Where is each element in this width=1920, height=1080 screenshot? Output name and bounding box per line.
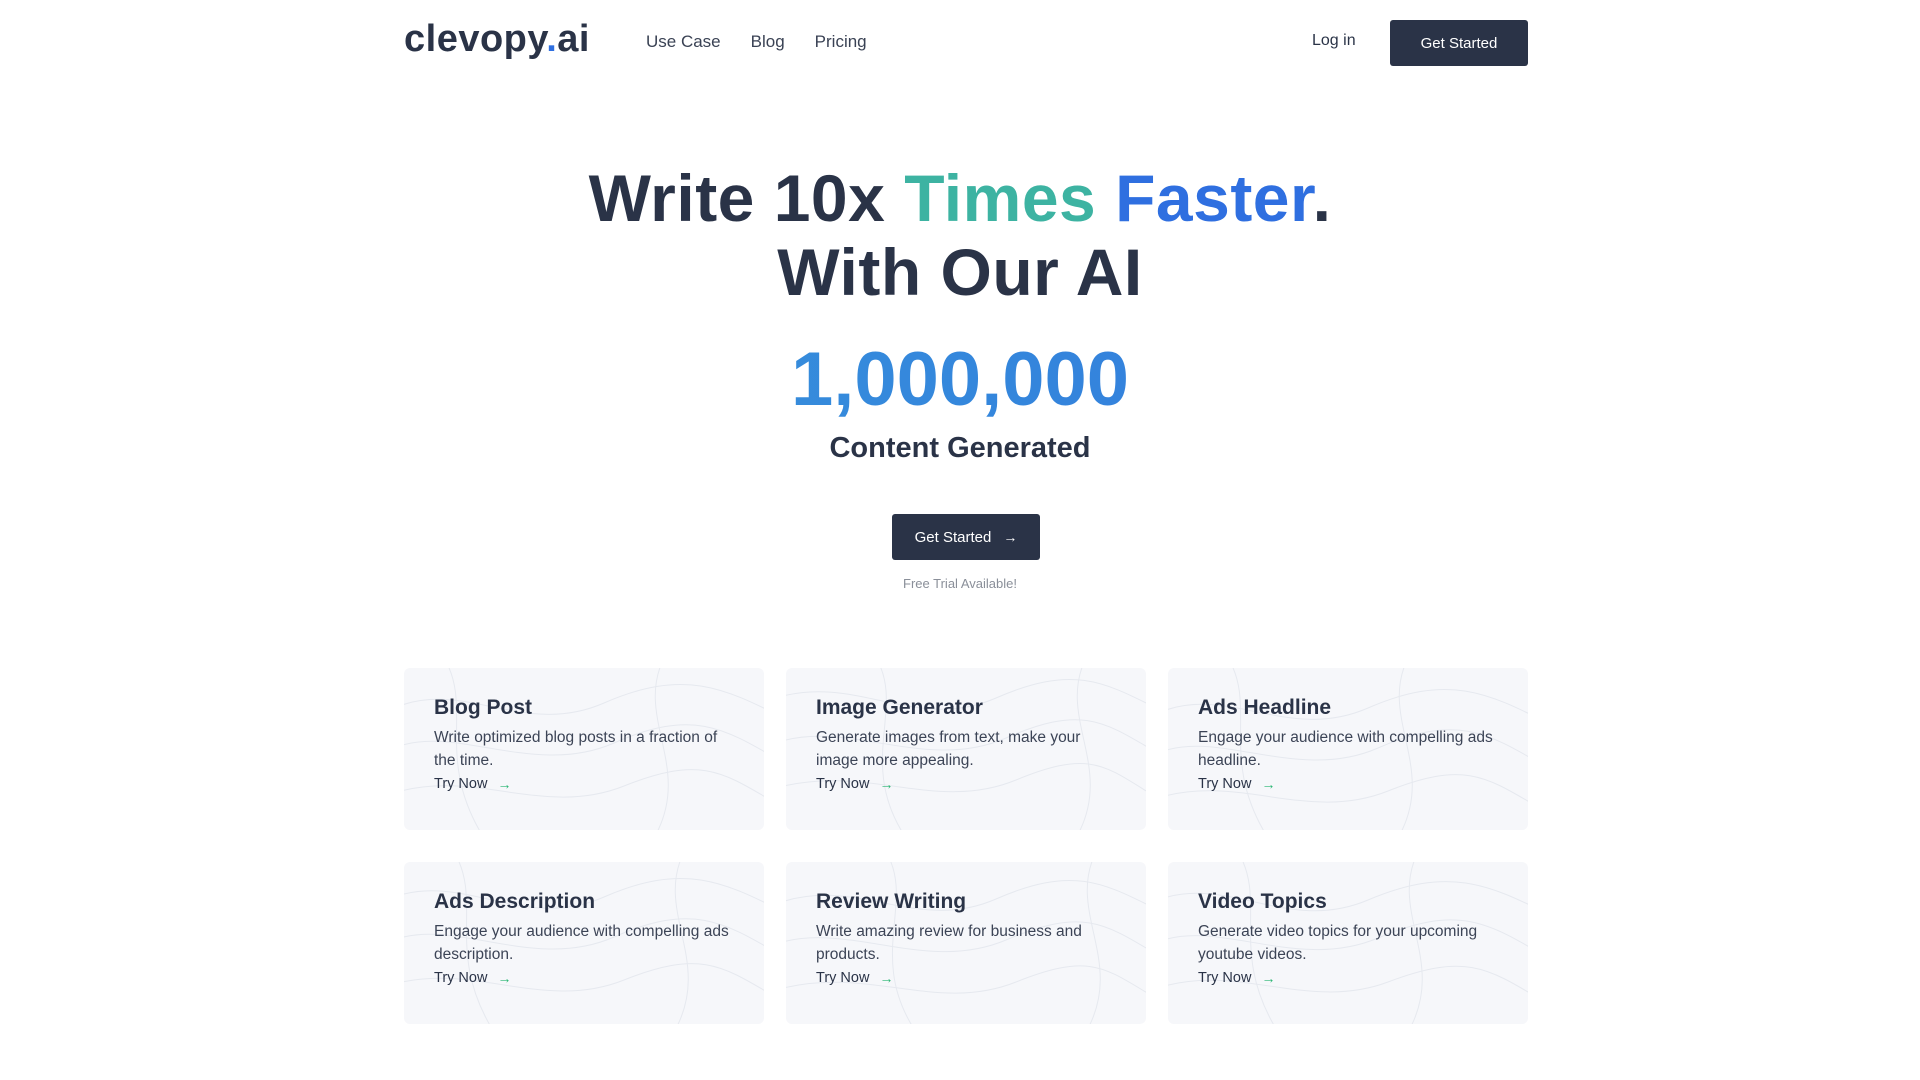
content-counter: 1,000,000 [0, 336, 1920, 423]
arrow-right-icon: → [1261, 970, 1276, 986]
try-now-label: Try Now [816, 776, 870, 792]
card-image-generator[interactable]: Image Generator Generate images from tex… [786, 668, 1146, 830]
login-link[interactable]: Log in [1312, 32, 1356, 50]
counter-label: Content Generated [829, 432, 1091, 464]
card-description: Write optimized blog posts in a fraction… [434, 729, 718, 769]
feature-cards: Blog Post Write optimized blog posts in … [404, 668, 1528, 1024]
card-description: Write amazing review for business and pr… [816, 923, 1082, 963]
arrow-right-icon: → [879, 970, 894, 986]
card-title: Video Topics [1198, 890, 1327, 913]
logo[interactable]: clevopy.ai [404, 18, 590, 61]
try-now-label: Try Now [434, 776, 488, 792]
hero-title-line-1: Write 10x Times Faster. [588, 161, 1332, 235]
nav-link-use-case[interactable]: Use Case [646, 32, 721, 52]
try-now-label: Try Now [1198, 776, 1252, 792]
try-now-label: Try Now [1198, 970, 1252, 986]
card-ads-description[interactable]: Ads Description Engage your audience wit… [404, 862, 764, 1024]
card-title: Image Generator [816, 696, 983, 719]
arrow-right-icon: → [497, 776, 512, 792]
try-now-link[interactable]: Try Now → [1198, 776, 1498, 792]
try-now-link[interactable]: Try Now → [434, 970, 734, 986]
card-description: Generate video topics for your upcoming … [1198, 923, 1478, 963]
card-ads-headline[interactable]: Ads Headline Engage your audience with c… [1168, 668, 1528, 830]
arrow-right-icon: → [1003, 529, 1018, 545]
card-description: Engage your audience with compelling ads… [434, 923, 729, 963]
free-trial-note: Free Trial Available! [903, 576, 1017, 591]
card-review-writing[interactable]: Review Writing Write amazing review for … [786, 862, 1146, 1024]
try-now-label: Try Now [816, 970, 870, 986]
try-now-link[interactable]: Try Now → [816, 776, 1116, 792]
try-now-label: Try Now [434, 970, 488, 986]
top-navigation: clevopy.ai Use Case Blog Pricing Log in … [0, 0, 1920, 86]
hero-title-line-2: With Our AI [777, 235, 1143, 309]
card-description: Generate images from text, make your ima… [816, 729, 1081, 769]
card-title: Blog Post [434, 696, 532, 719]
nav-link-blog[interactable]: Blog [751, 32, 785, 52]
hero-cta-label: Get Started [914, 528, 992, 546]
card-title: Ads Headline [1198, 696, 1332, 719]
nav-link-pricing[interactable]: Pricing [815, 32, 867, 52]
try-now-link[interactable]: Try Now → [816, 970, 1116, 986]
arrow-right-icon: → [497, 970, 512, 986]
nav-links: Use Case Blog Pricing [646, 32, 867, 52]
try-now-link[interactable]: Try Now → [1198, 970, 1498, 986]
arrow-right-icon: → [1261, 776, 1276, 792]
try-now-link[interactable]: Try Now → [434, 776, 734, 792]
card-title: Ads Description [434, 890, 596, 913]
card-title: Review Writing [816, 890, 967, 913]
get-started-button[interactable]: Get Started [1390, 20, 1528, 66]
arrow-right-icon: → [879, 776, 894, 792]
hero-get-started-button[interactable]: Get Started → [892, 514, 1040, 560]
card-video-topics[interactable]: Video Topics Generate video topics for y… [1168, 862, 1528, 1024]
card-blog-post[interactable]: Blog Post Write optimized blog posts in … [404, 668, 764, 830]
card-description: Engage your audience with compelling ads… [1198, 729, 1493, 769]
